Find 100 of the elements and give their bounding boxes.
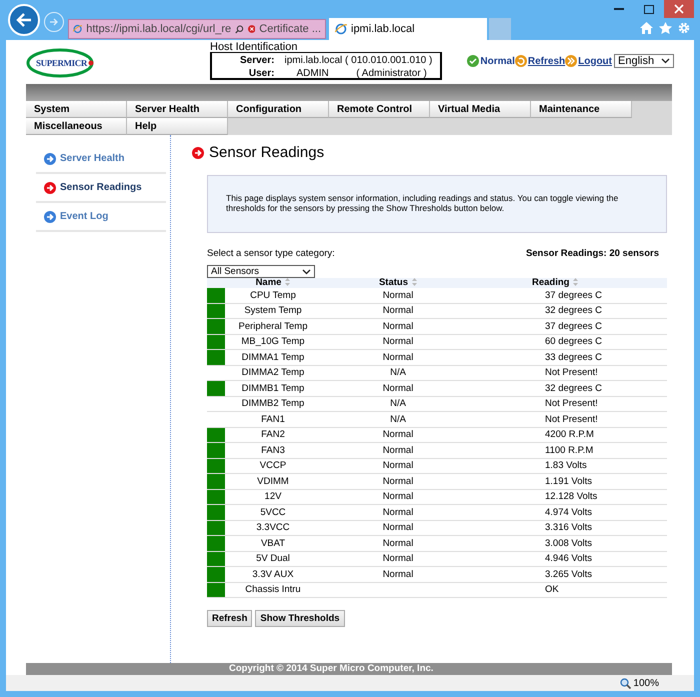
zoom-level[interactable]: 100% (633, 678, 659, 688)
action-button[interactable]: Show Thresholds (255, 610, 345, 627)
table-cell-text: Normal (382, 320, 414, 332)
arrow-icon (16, 13, 32, 27)
arrow-icon (44, 210, 56, 222)
menu-item[interactable]: Miscellaneous (26, 118, 127, 135)
table-cell-text: 37 degrees C (544, 320, 604, 332)
table-cell-text: Normal (382, 522, 414, 534)
star-icon[interactable] (659, 22, 672, 34)
table-cell-text: Normal (382, 336, 414, 348)
table-cell-text: Normal (382, 460, 414, 472)
menu-item[interactable]: Server Health (127, 101, 228, 118)
zoom-icon[interactable] (620, 678, 632, 688)
table-cell-text: 3.3VCC (255, 522, 291, 534)
menu-item[interactable]: Virtual Media (430, 101, 531, 118)
column-header[interactable]: Status (321, 278, 475, 288)
page-title: Sensor Readings (209, 144, 324, 161)
table-cell-text: Normal (382, 553, 414, 564)
table-cell-text: DIMMA2 Temp (240, 367, 306, 378)
table-cell-text: Not Present! (544, 398, 599, 410)
table-cell-text: Chassis Intru (244, 584, 302, 596)
fieldset-title: Host Identification (210, 42, 298, 52)
search-icon[interactable] (235, 24, 244, 34)
field-value: ( Administrator ) (355, 68, 428, 79)
table-cell-text: Normal (382, 290, 414, 301)
table-cell-text: N/A (389, 414, 407, 425)
table-cell-text: Normal (382, 352, 414, 363)
column-header[interactable]: Reading (475, 278, 667, 288)
menu-item[interactable]: System (26, 101, 127, 118)
sidebar-item[interactable]: Server Health (36, 145, 166, 174)
table-cell-text: 12V (264, 491, 282, 502)
caret-icon (661, 58, 670, 64)
certificate-error[interactable]: Certificate ... (259, 23, 322, 35)
arrow-icon (44, 152, 56, 164)
sort-icon[interactable] (573, 278, 578, 286)
back-button[interactable] (8, 4, 40, 36)
info-text: This page displays system sensor information, including readings and status. You can toggle viewing the thresholds for the sensors by pressing the Show Thresholds button below. (207, 175, 667, 233)
table-cell-text: 32 degrees C (544, 305, 604, 316)
header-link[interactable]: Normal (467, 55, 515, 67)
table-cell-text: N/A (389, 367, 407, 378)
table-cell-text: Peripheral Temp (237, 320, 308, 332)
table-cell-text: System Temp (243, 305, 303, 316)
menu-item[interactable]: Remote Control (329, 101, 430, 118)
table-cell-text: Normal (382, 476, 414, 487)
sort-icon[interactable] (412, 278, 418, 286)
table-cell-text: 32 degrees C (544, 382, 604, 394)
table-cell-text: VBAT (260, 538, 286, 549)
refresh-icon (514, 55, 527, 67)
table-cell-text: Normal (382, 538, 414, 549)
arrow-icon (49, 17, 59, 27)
arrow-icon (44, 182, 56, 194)
language-select[interactable]: English (614, 54, 674, 68)
footer-text: Copyright © 2014 Super Micro Computer, Inc. (26, 663, 672, 675)
field-label: User: (248, 68, 274, 79)
url-text: https://ipmi.lab.local/cgi/url_re (86, 23, 232, 35)
field-label: Server: (240, 55, 274, 66)
sidebar-item[interactable]: Sensor Readings (36, 174, 166, 203)
header-link[interactable]: Refresh (514, 55, 566, 67)
arrow-icon (192, 146, 204, 158)
table-cell-text: VCCP (258, 460, 288, 472)
table-cell-text: 37 degrees C (544, 290, 604, 301)
table-cell-text: DIMMA1 Temp (240, 352, 306, 363)
menu-item[interactable]: Maintenance (531, 101, 632, 118)
maximize-icon (644, 4, 654, 14)
table-cell-text: 4.946 Volts (544, 553, 594, 564)
table-cell-text: Not Present! (544, 367, 599, 378)
browser-icon (335, 23, 347, 35)
home-icon[interactable] (640, 22, 653, 34)
table-cell-text: 3.265 Volts (544, 568, 594, 580)
table-cell-text: Normal (382, 382, 414, 394)
table-cell-text: Normal (382, 491, 414, 502)
table-cell-text: 5V Dual (255, 553, 291, 564)
table-cell-text: FAN1 (260, 414, 286, 425)
settings-icon[interactable] (678, 22, 690, 34)
column-header[interactable]: Name (225, 278, 321, 288)
forward-button[interactable] (44, 12, 64, 32)
table-cell-text: 1100 R.P.M (544, 444, 594, 456)
table-cell-text: Normal (382, 305, 414, 316)
table-cell-text: Normal (382, 506, 414, 518)
table-cell-text: 12.128 Volts (544, 491, 598, 502)
browser-icon (73, 23, 82, 35)
table-cell-text: Not Present! (544, 414, 599, 425)
header-link[interactable]: Logout (565, 55, 612, 67)
table-cell-text: DIMMB1 Temp (240, 382, 306, 394)
close-button[interactable] (664, 0, 694, 18)
sort-icon[interactable] (285, 278, 290, 286)
table-cell-text: 3.316 Volts (544, 522, 594, 534)
action-button[interactable]: Refresh (207, 610, 252, 627)
menu-item[interactable]: Help (127, 118, 228, 135)
close-icon (674, 4, 684, 14)
table-cell-text: 1.83 Volts (544, 460, 588, 472)
browser-tab[interactable]: ipmi.lab.local (329, 18, 487, 40)
table-cell-text: CPU Temp (249, 290, 297, 301)
menu-item[interactable]: Configuration (228, 101, 329, 118)
table-cell-text: 4200 R.P.M (544, 429, 595, 440)
minimize-icon (614, 8, 624, 10)
address-bar[interactable]: https://ipmi.lab.local/cgi/url_re Certificate ... (68, 19, 326, 39)
sidebar-item[interactable]: Event Log (36, 203, 166, 232)
category-select[interactable]: All Sensors (207, 265, 315, 278)
table-cell-text: 60 degrees C (544, 336, 604, 348)
